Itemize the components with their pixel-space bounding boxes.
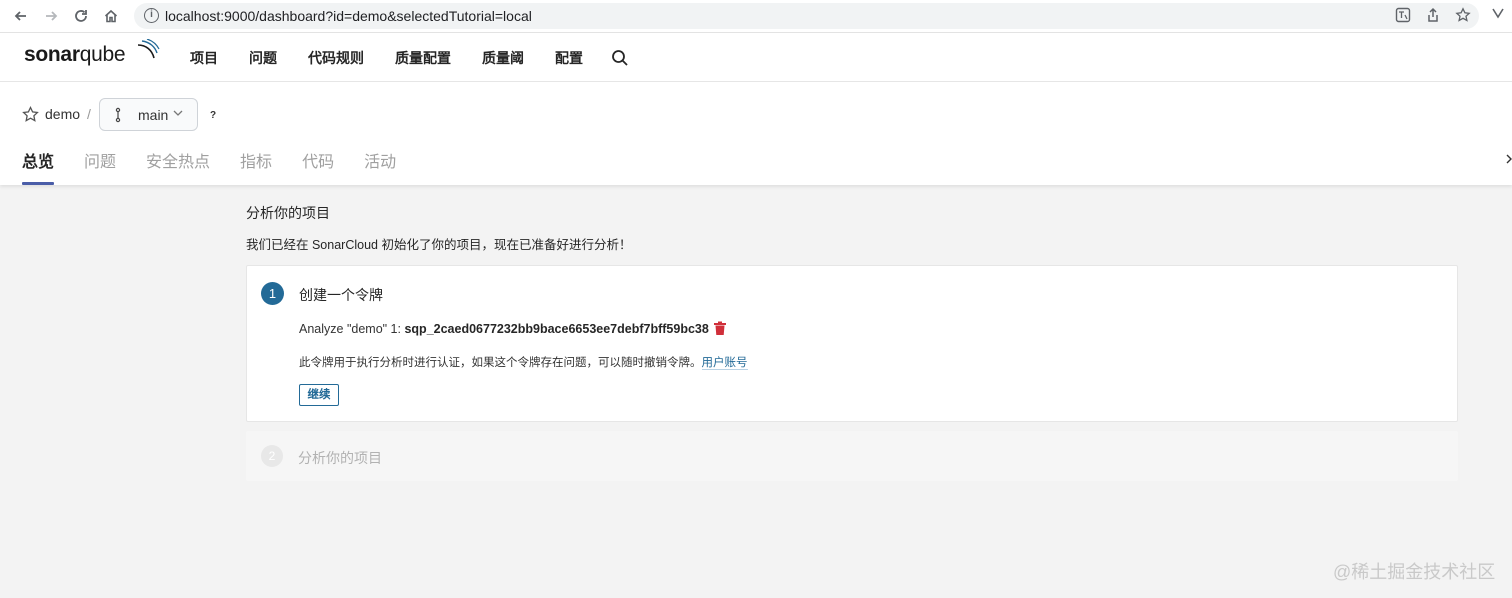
project-name[interactable]: demo (45, 106, 80, 122)
menu-quality-profiles[interactable]: 质量配置 (395, 48, 451, 68)
step-number-badge: 1 (261, 282, 284, 305)
project-tabs: 总览 问题 安全热点 指标 代码 活动 (22, 148, 426, 185)
breadcrumb-separator: / (87, 106, 91, 122)
branch-name: main (138, 107, 169, 123)
page-title: 分析你的项目 (246, 205, 330, 221)
main-menu: 项目 问题 代码规则 质量配置 质量阈 配置 (190, 48, 614, 68)
info-icon[interactable]: i (144, 8, 159, 23)
step-title: 创建一个令牌 (299, 287, 383, 303)
project-header: demo / main ? 总览 问题 安全热点 指标 代码 活动 (0, 82, 1512, 185)
menu-projects[interactable]: 项目 (190, 48, 218, 68)
tab-measures[interactable]: 指标 (240, 148, 272, 185)
watermark: @稀土掘金技术社区 (1333, 562, 1496, 582)
tutorial-intro: 分析你的项目 我们已经在 SonarCloud 初始化了你的项目，现在已准备好进… (246, 203, 1458, 253)
branch-icon (115, 107, 121, 123)
chevron-down-icon (173, 108, 183, 121)
favorite-star-icon[interactable] (22, 106, 39, 123)
sonar-navbar: sonarqube 项目 问题 代码规则 质量配置 质量阈 配置 (0, 33, 1512, 82)
branch-selector[interactable]: main (99, 98, 198, 131)
continue-button[interactable]: 继续 (299, 384, 339, 406)
token-label: Analyze "demo" 1: (299, 322, 405, 336)
step-title: 分析你的项目 (298, 450, 382, 466)
step-analyze-project: 2 分析你的项目 (246, 431, 1458, 481)
token-note: 此令牌用于执行分析时进行认证，如果这个令牌存在问题，可以随时撤销令牌。用户账号 (299, 354, 748, 370)
more-icon[interactable] (1506, 152, 1512, 168)
tab-issues[interactable]: 问题 (84, 148, 116, 185)
logo-waves-icon (137, 39, 160, 59)
tab-security-hotspots[interactable]: 安全热点 (146, 148, 210, 185)
step-create-token: 1 创建一个令牌 Analyze "demo" 1: sqp_2caed0677… (246, 265, 1458, 422)
url-text[interactable]: localhost:9000/dashboard?id=demo&selecte… (165, 8, 532, 24)
menu-administration[interactable]: 配置 (555, 48, 583, 68)
sonarqube-logo[interactable]: sonarqube (24, 39, 160, 71)
forward-icon[interactable] (40, 5, 62, 27)
step-number-badge: 2 (261, 445, 283, 467)
token-note-text: 此令牌用于执行分析时进行认证，如果这个令牌存在问题，可以随时撤销令牌。 (299, 357, 702, 369)
share-icon[interactable] (1424, 7, 1442, 25)
page-description: 我们已经在 SonarCloud 初始化了你的项目，现在已准备好进行分析！ (246, 238, 632, 252)
tab-activity[interactable]: 活动 (364, 148, 396, 185)
home-icon[interactable] (100, 5, 122, 27)
back-icon[interactable] (10, 5, 32, 27)
browser-toolbar: i localhost:9000/dashboard?id=demo&selec… (0, 0, 1512, 33)
menu-quality-gates[interactable]: 质量阈 (482, 48, 524, 68)
logo-text: sonarqube (24, 43, 126, 66)
tab-code[interactable]: 代码 (302, 148, 334, 185)
translate-icon[interactable] (1394, 7, 1412, 25)
help-icon[interactable]: ? (207, 110, 219, 122)
token-value: sqp_2caed0677232bb9bace6653ee7debf7bff59… (404, 322, 709, 336)
delete-token-icon[interactable] (713, 321, 727, 336)
menu-rules[interactable]: 代码规则 (308, 48, 364, 68)
tab-overview[interactable]: 总览 (22, 148, 55, 185)
address-bar[interactable]: i localhost:9000/dashboard?id=demo&selec… (134, 3, 1479, 29)
chevron-down-icon[interactable] (1492, 6, 1504, 22)
token-line: Analyze "demo" 1: sqp_2caed0677232bb9bac… (299, 322, 709, 336)
menu-issues[interactable]: 问题 (249, 48, 277, 68)
search-icon[interactable] (611, 49, 629, 67)
reload-icon[interactable] (70, 5, 92, 27)
bookmark-star-icon[interactable] (1454, 7, 1472, 25)
user-account-link[interactable]: 用户账号 (701, 357, 748, 370)
